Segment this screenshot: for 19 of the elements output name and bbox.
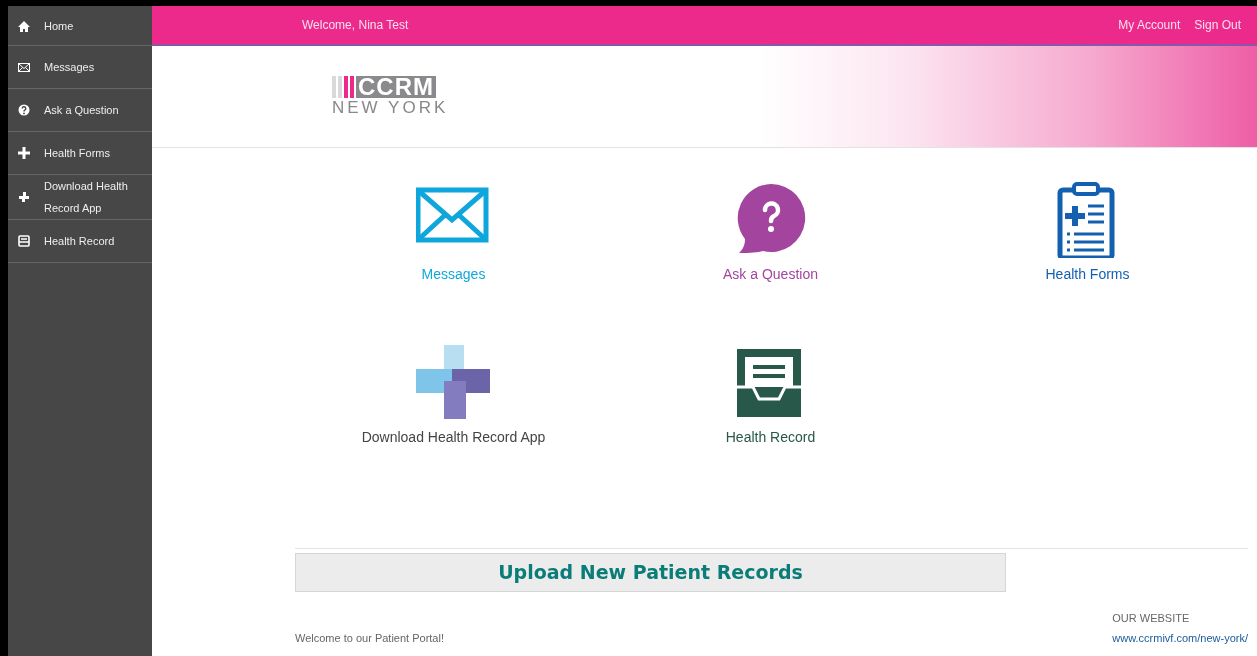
upload-banner[interactable]: Upload New Patient Records — [295, 553, 1006, 592]
home-icon — [18, 19, 30, 32]
tile-link[interactable]: Health Record — [725, 427, 816, 448]
sidebar-item[interactable]: Health Record — [8, 220, 152, 263]
tile-link[interactable]: Download Health Record App — [361, 427, 546, 448]
logo-subtitle: NEW YORK — [332, 97, 449, 118]
question-icon — [18, 104, 30, 116]
welcome-text: Welcome, Nina Test — [302, 17, 409, 34]
envelope-icon — [18, 61, 30, 73]
tray-icon — [18, 235, 30, 247]
plus-icon — [18, 147, 30, 159]
sidebar-item[interactable]: Download Health Record App — [8, 175, 152, 220]
sidebar-item[interactable]: Health Forms — [8, 132, 152, 175]
tile-link[interactable]: Ask a Question — [723, 264, 818, 285]
welcome-message: Welcome to our Patient Portal! — [295, 631, 444, 646]
website-heading: OUR WEBSITE — [1112, 610, 1191, 626]
medical-cross-icon — [415, 345, 492, 421]
website-link[interactable]: www.ccrmivf.com/new-york/ — [1112, 630, 1248, 647]
tile-link[interactable]: Health Forms — [1045, 264, 1130, 285]
